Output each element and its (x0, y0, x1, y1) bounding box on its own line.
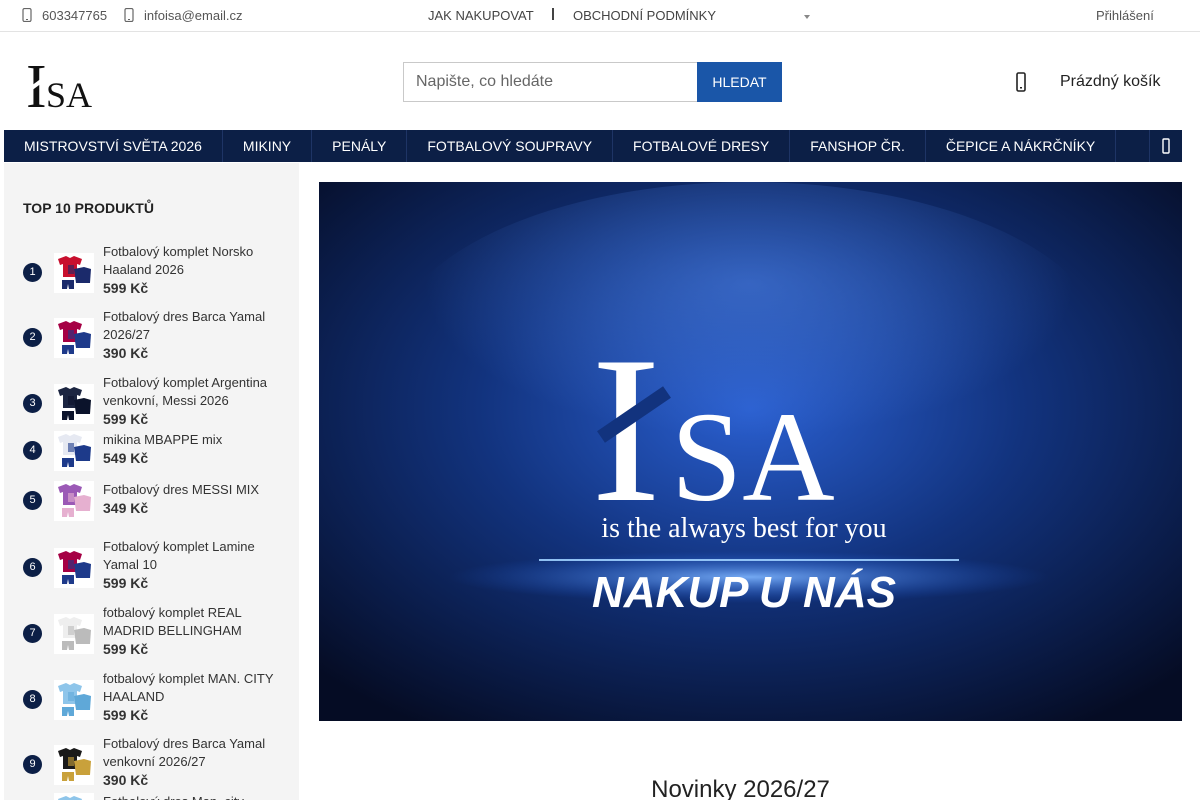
search-input[interactable] (403, 62, 697, 102)
nav-item-fotbalovy-soupravy[interactable]: FOTBALOVÝ SOUPRAVY (407, 130, 614, 162)
product-price: 599 Kč (103, 411, 149, 427)
product-thumbnail[interactable] (54, 481, 94, 521)
search-bar: HLEDAT (403, 62, 782, 102)
nav-item-penaly[interactable]: PENÁLY (312, 130, 408, 162)
product-thumbnail[interactable] (54, 431, 94, 471)
product-thumbnail[interactable] (54, 384, 94, 424)
product-price: 390 Kč (103, 345, 149, 361)
top-bar: 603347765 infoisa@email.cz JAK NAKUPOVAT… (0, 0, 1200, 32)
dropdown-arrow-icon[interactable] (804, 0, 810, 32)
nav-item-cepice[interactable]: ČEPICE A NÁKRČNÍKY (926, 130, 1117, 162)
phone-icon (22, 7, 32, 23)
banner-tagline: is the always best for you (601, 513, 886, 544)
product-rank-badge: 1 (23, 263, 42, 282)
product-name[interactable]: Fotbalový komplet Argentina venkovní, Me… (103, 374, 288, 410)
product-rank-badge: 4 (23, 441, 42, 460)
product-thumbnail[interactable] (54, 318, 94, 358)
product-name[interactable]: Fotbalový dres Man. city (103, 793, 288, 800)
contact-email[interactable]: infoisa@email.cz (124, 0, 242, 32)
product-price: 549 Kč (103, 450, 149, 466)
link-obchodni-podminky[interactable]: OBCHODNÍ PODMÍNKY (573, 0, 716, 32)
nav-more-button[interactable] (1149, 130, 1182, 162)
product-rank-badge: 2 (23, 328, 42, 347)
product-price: 349 Kč (103, 500, 149, 516)
product-rank-badge: 9 (23, 755, 42, 774)
product-price: 599 Kč (103, 575, 149, 591)
phone-number: 603347765 (42, 8, 108, 23)
cart[interactable]: Prázdný košík (1014, 70, 1160, 94)
product-thumbnail[interactable] (54, 793, 94, 800)
topbar-divider (552, 8, 554, 20)
product-name[interactable]: mikina MBAPPE mix (103, 431, 288, 449)
search-button[interactable]: HLEDAT (697, 62, 782, 102)
product-price: 599 Kč (103, 707, 149, 723)
product-thumbnail[interactable] (54, 680, 94, 720)
nav-item-mistrovstvi-sveta[interactable]: MISTROVSTVÍ SVĚTA 2026 (4, 130, 223, 162)
login-link[interactable]: Přihlášení (1096, 0, 1154, 32)
email-icon (124, 7, 134, 23)
product-rank-badge: 5 (23, 491, 42, 510)
product-price: 599 Kč (103, 280, 149, 296)
cart-icon (1016, 72, 1026, 92)
nav-item-mikiny[interactable]: MIKINY (223, 130, 313, 162)
nav-item-fotbalove-dresy[interactable]: FOTBALOVÉ DRESY (613, 130, 791, 162)
product-price: 599 Kč (103, 641, 149, 657)
product-rank-badge: 8 (23, 690, 42, 709)
product-name[interactable]: Fotbalový komplet Lamine Yamal 10 (103, 538, 288, 574)
product-name[interactable]: Fotbalový dres Barca Yamal 2026/27 (103, 308, 288, 344)
hero-banner-image: I SA is the always best for you NAKUP U … (319, 182, 1182, 721)
product-thumbnail[interactable] (54, 548, 94, 588)
main-navigation: MISTROVSTVÍ SVĚTA 2026 MIKINY PENÁLY FOT… (4, 130, 1182, 162)
product-thumbnail[interactable] (54, 614, 94, 654)
svg-text:SA: SA (46, 75, 92, 110)
product-name[interactable]: fotbalový komplet MAN. CITY HAALAND (103, 670, 288, 706)
sidebar-top-products: TOP 10 PRODUKTŮ 1 Fotbalový komplet Norsk… (4, 163, 299, 800)
sidebar-title: TOP 10 PRODUKTŮ (23, 200, 154, 216)
product-price: 390 Kč (103, 772, 149, 788)
product-name[interactable]: Fotbalový komplet Norsko Haaland 2026 (103, 243, 288, 279)
contact-phone[interactable]: 603347765 (22, 0, 107, 32)
banner-logo-sa: SA (671, 386, 835, 528)
product-name[interactable]: Fotbalový dres Barca Yamal venkovní 2026… (103, 735, 288, 771)
chevron-right-icon (1162, 138, 1170, 154)
product-rank-badge: 6 (23, 558, 42, 577)
banner-cta: NAKUP U NÁS (592, 567, 896, 617)
section-title: Novinky 2026/27 (651, 776, 830, 800)
product-rank-badge: 3 (23, 394, 42, 413)
cart-label: Prázdný košík (1060, 73, 1161, 90)
product-name[interactable]: Fotbalový dres MESSI MIX (103, 481, 288, 499)
product-thumbnail[interactable] (54, 253, 94, 293)
product-name[interactable]: fotbalový komplet REAL MADRID BELLINGHAM (103, 604, 288, 640)
product-thumbnail[interactable] (54, 745, 94, 785)
link-jak-nakupovat[interactable]: JAK NAKUPOVAT (428, 0, 534, 32)
product-rank-badge: 7 (23, 624, 42, 643)
nav-item-fanshop-cr[interactable]: FANSHOP ČR. (790, 130, 926, 162)
hero-banner[interactable]: I SA is the always best for you NAKUP U … (319, 182, 1182, 721)
isa-logo-icon: I SA (26, 53, 92, 121)
site-logo[interactable]: I SA (26, 52, 108, 121)
email-address: infoisa@email.cz (144, 8, 243, 23)
